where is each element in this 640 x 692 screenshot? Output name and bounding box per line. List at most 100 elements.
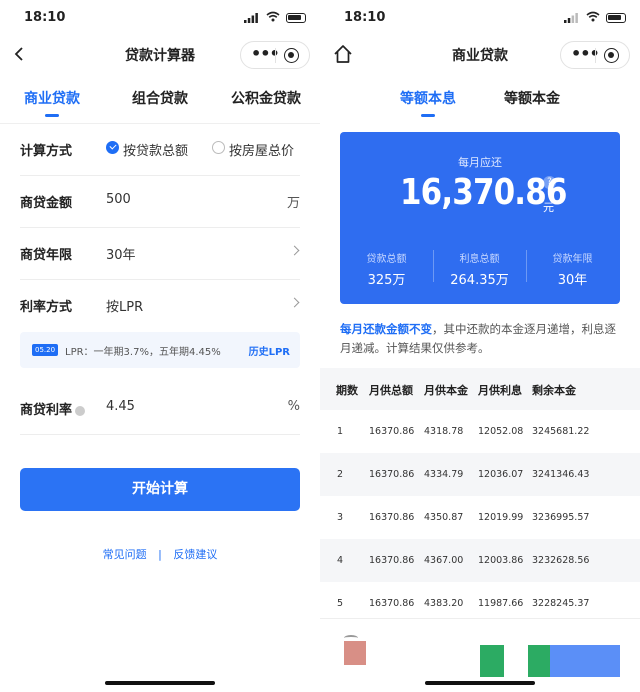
chevron-right-icon: [289, 297, 300, 308]
commercial-loan-result-screen: 18:10 商业贷款 ••• 等额本息 等额本金 每月应还 16,370.86 …: [320, 0, 640, 692]
faq-link[interactable]: 常见问题: [103, 548, 147, 561]
action-button-green[interactable]: [528, 645, 550, 677]
cell-remaining-principal: 3228245.37: [532, 598, 590, 609]
amount-input[interactable]: 500: [106, 192, 131, 207]
loan-type-tabs: 商业贷款 组合贷款 公积金贷款: [0, 72, 320, 124]
table-row: 3 16370.86 4350.87 12019.99 3236995.57: [320, 496, 640, 539]
link-separator: |: [158, 548, 162, 561]
cell-monthly-interest: 12036.07: [478, 469, 524, 480]
tab-combined-loan[interactable]: 组合贷款: [132, 88, 188, 108]
stat-label: 利息总额: [459, 254, 500, 265]
active-tab-indicator: [421, 114, 435, 117]
capsule-divider: [595, 48, 596, 63]
cell-period: 1: [337, 426, 344, 437]
close-target-icon[interactable]: [604, 48, 619, 63]
cell-monthly-interest: 12003.86: [478, 555, 524, 566]
cell-remaining-principal: 3236995.57: [532, 512, 590, 523]
rate-row[interactable]: 商贷利率 4.45 %: [20, 383, 300, 435]
header-monthly-interest: 月供利息: [478, 384, 522, 397]
monthly-payment-caption: 每月应还: [458, 156, 502, 169]
cell-period: 4: [337, 555, 344, 566]
header-remaining-principal: 剩余本金: [532, 384, 576, 397]
status-time: 18:10: [344, 10, 386, 25]
cell-period: 2: [337, 469, 344, 480]
years-label: 商贷年限: [20, 248, 73, 263]
stat-value: 30年: [557, 273, 588, 288]
amount-label: 商贷金额: [20, 196, 73, 211]
repayment-type-tabs: 等额本息 等额本金: [320, 72, 640, 124]
amount-unit: 万: [286, 196, 300, 211]
action-button-blue[interactable]: [550, 645, 620, 677]
header-period: 期数: [336, 384, 358, 397]
help-icon[interactable]: [75, 405, 86, 416]
years-row[interactable]: 商贷年限 30年: [20, 228, 300, 280]
cell-monthly-interest: 11987.66: [478, 598, 524, 609]
home-indicator: [105, 681, 215, 685]
tab-commercial-loan[interactable]: 商业贷款: [24, 88, 80, 117]
amount-row[interactable]: 商贷金额 500 万: [20, 176, 300, 228]
cell-remaining-principal: 3232628.56: [532, 555, 590, 566]
calc-method-row: 计算方式 按贷款总额 按房屋总价: [20, 124, 300, 176]
miniapp-capsule: •••: [560, 41, 630, 69]
bag-icon[interactable]: [344, 641, 366, 665]
cell-monthly-principal: 4367.00: [424, 555, 464, 566]
table-row: 1 16370.86 4318.78 12052.08 3245681.22: [320, 410, 640, 453]
more-dots-icon[interactable]: •••: [571, 46, 600, 62]
tab-label: 公积金贷款: [231, 91, 301, 107]
wifi-icon: [266, 11, 280, 22]
action-button-green[interactable]: [480, 645, 504, 677]
status-time: 18:10: [24, 10, 66, 25]
cell-remaining-principal: 3245681.22: [532, 426, 590, 437]
cell-monthly-total: 16370.86: [369, 598, 415, 609]
radio-by-house-price[interactable]: 按房屋总价: [212, 140, 294, 159]
help-icon[interactable]: ?: [543, 176, 556, 189]
cell-remaining-principal: 3241346.43: [532, 469, 590, 480]
tab-label: 等额本金: [504, 91, 560, 107]
lpr-history-link[interactable]: 历史LPR: [249, 343, 290, 358]
table-row: 2 16370.86 4334.79 12036.07 3241346.43: [320, 453, 640, 496]
signal-icon: [564, 13, 578, 23]
radio-by-loan-total[interactable]: 按贷款总额: [106, 140, 188, 159]
rate-label-text: 商贷利率: [20, 403, 73, 418]
rate-method-row[interactable]: 利率方式 按LPR: [20, 280, 300, 332]
rate-input[interactable]: 4.45: [106, 399, 135, 414]
lpr-info-box: 05.20 LPR：一年期3.7%，五年期4.45% 历史LPR: [20, 332, 300, 368]
close-target-icon[interactable]: [284, 48, 299, 63]
cell-monthly-principal: 4318.78: [424, 426, 464, 437]
more-dots-icon[interactable]: •••: [251, 46, 280, 62]
currency-unit: 元: [543, 201, 554, 214]
cell-monthly-total: 16370.86: [369, 426, 415, 437]
stat-label: 贷款总额: [366, 254, 407, 265]
chevron-right-icon: [289, 245, 300, 256]
battery-icon: [606, 13, 626, 23]
monthly-payment-card: 每月应还 16,370.86 ? 元 贷款总额 325万 利息总额 264.35…: [340, 132, 620, 304]
cell-monthly-interest: 12019.99: [478, 512, 524, 523]
stat-value: 264.35万: [450, 273, 509, 288]
tab-equal-installment[interactable]: 等额本息: [400, 88, 456, 117]
schedule-table-header: 期数 月供总额 月供本金 月供利息 剩余本金: [320, 368, 640, 410]
rate-label: 商贷利率: [20, 399, 86, 418]
cell-period: 3: [337, 512, 344, 523]
status-bar: 18:10: [320, 0, 640, 36]
header-monthly-principal: 月供本金: [424, 384, 468, 397]
lpr-info-text: LPR：一年期3.7%，五年期4.45%: [65, 347, 221, 358]
monthly-payment-amount: 16,370.86: [400, 172, 567, 213]
tab-label: 商业贷款: [24, 91, 80, 107]
capsule-divider: [275, 48, 276, 63]
cell-monthly-total: 16370.86: [369, 555, 415, 566]
tab-label: 组合贷款: [132, 91, 188, 107]
header-monthly-total: 月供总额: [369, 384, 413, 397]
nav-bar: 贷款计算器 •••: [0, 36, 320, 72]
stat-loan-years: 贷款年限 30年: [526, 250, 619, 288]
stat-interest-total: 利息总额 264.35万: [433, 250, 526, 288]
radio-checked-icon: [106, 141, 119, 154]
tab-equal-principal[interactable]: 等额本金: [504, 88, 560, 108]
feedback-link[interactable]: 反馈建议: [173, 548, 217, 561]
miniapp-capsule: •••: [240, 41, 310, 69]
start-calculation-button[interactable]: 开始计算: [20, 468, 300, 511]
tab-provident-fund-loan[interactable]: 公积金贷款: [231, 88, 301, 108]
table-row: 4 16370.86 4367.00 12003.86 3232628.56: [320, 539, 640, 582]
repayment-note: 每月还款金额不变，其中还款的本金逐月递增，利息逐月递减。计算结果仅供参考。: [340, 320, 620, 358]
stat-value: 325万: [367, 273, 406, 288]
rate-method-value: 按LPR: [106, 300, 144, 315]
